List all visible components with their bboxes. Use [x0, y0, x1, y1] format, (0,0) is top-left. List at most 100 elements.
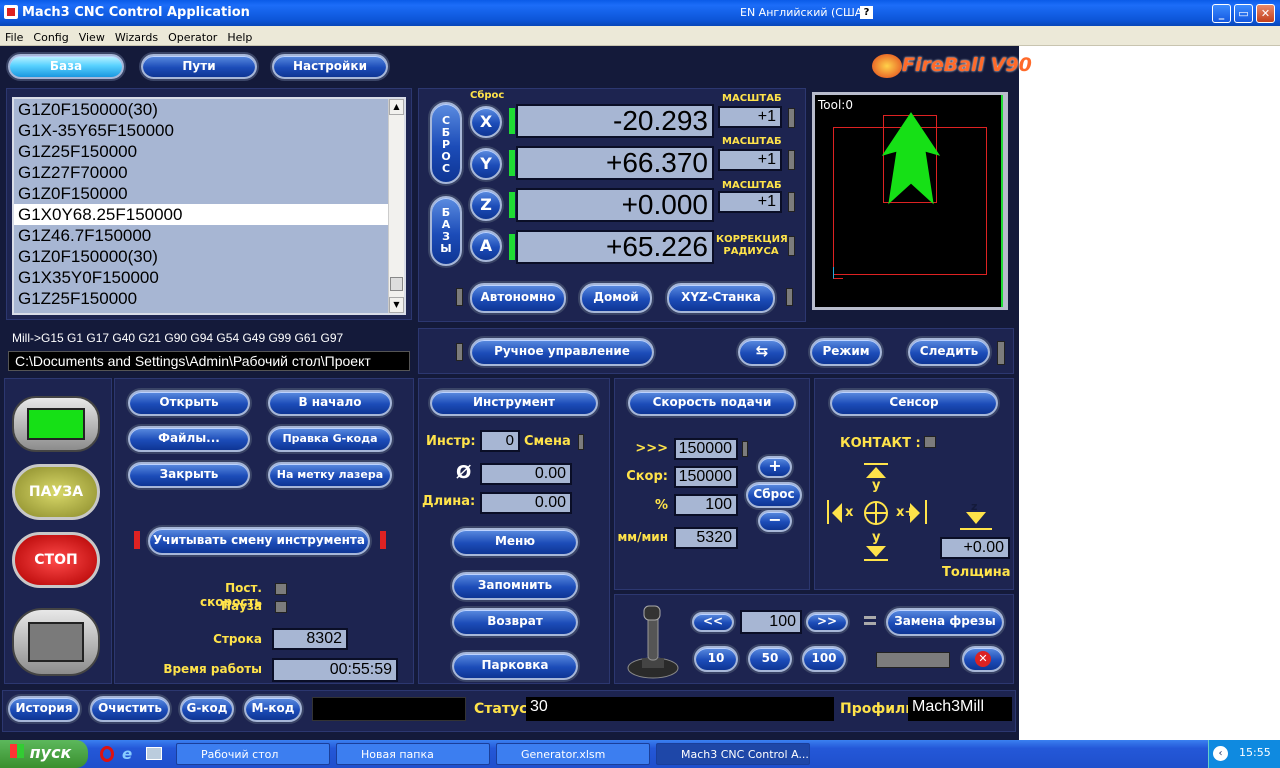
zero-a-button[interactable]: A — [470, 230, 502, 262]
files-button[interactable]: Файлы... — [128, 426, 250, 452]
park-button[interactable]: Парковка — [452, 652, 578, 680]
start-button[interactable]: пуск — [0, 740, 88, 768]
stop-button[interactable]: СТОП — [12, 532, 100, 588]
reset-button[interactable] — [12, 608, 100, 676]
task-new-folder[interactable]: Новая папка — [336, 743, 490, 765]
show-desktop-icon[interactable] — [146, 747, 162, 760]
zero-z-button[interactable]: Z — [470, 189, 502, 221]
gcode-line[interactable]: G1Z0F150000 — [14, 183, 388, 204]
scale-y-value[interactable]: +1 — [718, 149, 782, 171]
gcode-scrollbar[interactable]: ▲ ▼ — [388, 99, 404, 313]
gcode-line[interactable]: G1Z0F150000(30) — [14, 99, 388, 120]
offline-button[interactable]: Автономно — [470, 283, 566, 313]
line-value[interactable]: 8302 — [272, 628, 348, 650]
menu-wizards[interactable]: Wizards — [110, 28, 163, 44]
mm-min-value[interactable]: 5320 — [674, 527, 738, 549]
runtime-value[interactable]: 00:55:59 — [272, 658, 398, 682]
tool-number-value[interactable]: 0 — [480, 430, 520, 452]
tab-paths[interactable]: Пути — [141, 54, 257, 79]
length-value[interactable]: 0.00 — [480, 492, 572, 514]
scroll-up-icon[interactable]: ▲ — [389, 99, 404, 115]
bases-button[interactable]: БАЗЫ — [430, 196, 462, 266]
zero-x-button[interactable]: X — [470, 106, 502, 138]
x-axis-dro[interactable]: -20.293 — [516, 104, 714, 138]
home-button[interactable]: Домой — [580, 283, 652, 313]
jog-step-100-button[interactable]: 100 — [802, 646, 846, 672]
toggle-jog-button[interactable]: ⇆ — [738, 338, 786, 366]
manual-control-button[interactable]: Ручное управление — [470, 338, 654, 366]
pause-button[interactable]: ПАУЗА — [12, 464, 100, 520]
scale-x-value[interactable]: +1 — [718, 106, 782, 128]
cycle-start-button[interactable] — [12, 396, 100, 452]
replace-cutter-button[interactable]: Замена фрезы — [886, 608, 1004, 636]
gcode-line[interactable]: G1Z27F70000 — [14, 162, 388, 183]
gcode-line[interactable]: G1X35Y0F150000 — [14, 267, 388, 288]
minimize-icon[interactable]: _ — [1212, 4, 1231, 23]
feed-plus-button[interactable]: + — [758, 456, 792, 478]
task-generator-xlsm[interactable]: Generator.xlsm — [496, 743, 650, 765]
jog-cancel-button[interactable]: ✕ — [962, 646, 1004, 672]
jog-step-10-button[interactable]: 10 — [694, 646, 738, 672]
speed-value[interactable]: 150000 — [674, 466, 738, 488]
jog-faster-button[interactable]: >> — [806, 612, 848, 632]
clear-button[interactable]: Очистить — [90, 696, 170, 722]
toolpath-view[interactable]: Tool:0 — [815, 95, 1003, 307]
language-indicator[interactable]: EN Английский (США) — [740, 6, 867, 19]
open-button[interactable]: Открыть — [128, 390, 250, 416]
maximize-icon[interactable]: ▭ — [1234, 4, 1253, 23]
task-desktop[interactable]: Рабочий стол — [176, 743, 330, 765]
gcode-line[interactable]: G1Z0F150000(30) — [14, 246, 388, 267]
close-icon[interactable]: ✕ — [1256, 4, 1275, 23]
scroll-thumb[interactable] — [390, 277, 403, 291]
history-button[interactable]: История — [8, 696, 80, 722]
thickness-value[interactable]: +0.00 — [940, 537, 1010, 559]
return-button[interactable]: Возврат — [452, 608, 578, 636]
tool-change-button[interactable]: Учитывать смену инструмента — [148, 527, 370, 555]
diameter-value[interactable]: 0.00 — [480, 463, 572, 485]
remember-button[interactable]: Запомнить — [452, 572, 578, 600]
jog-speed-value[interactable]: 100 — [740, 610, 802, 634]
mcode-button[interactable]: M-код — [244, 696, 302, 722]
gcode-line-current[interactable]: G1X0Y68.25F150000 — [14, 204, 388, 225]
tab-settings[interactable]: Настройки — [272, 54, 388, 79]
scale-z-value[interactable]: +1 — [718, 191, 782, 213]
menu-button[interactable]: Меню — [452, 528, 578, 556]
jog-step-50-button[interactable]: 50 — [748, 646, 792, 672]
feed-reset-button[interactable]: Сброс — [746, 482, 802, 508]
gcode-line[interactable]: G1Z25F150000 — [14, 141, 388, 162]
task-mach3[interactable]: Mach3 CNC Control A... — [656, 743, 810, 765]
machine-coords-button[interactable]: XYZ-Станка — [667, 283, 775, 313]
mode-button[interactable]: Режим — [810, 338, 882, 366]
command-input[interactable] — [312, 697, 466, 721]
a-axis-dro[interactable]: +65.226 — [516, 230, 714, 264]
gcode-button[interactable]: G-код — [180, 696, 234, 722]
opera-icon[interactable] — [100, 746, 114, 762]
y-axis-dro[interactable]: +66.370 — [516, 146, 714, 180]
edit-gcode-button[interactable]: Правка G-кода — [268, 426, 392, 452]
feed-minus-button[interactable]: − — [758, 510, 792, 532]
rewind-button[interactable]: В начало — [268, 390, 392, 416]
menu-config[interactable]: Config — [28, 28, 73, 44]
follow-button[interactable]: Следить — [908, 338, 990, 366]
ie-icon[interactable]: e — [122, 745, 132, 763]
zero-y-button[interactable]: Y — [470, 148, 502, 180]
laser-mark-button[interactable]: На метку лазера — [268, 462, 392, 488]
tray-arrow-icon[interactable]: ‹ — [1213, 746, 1228, 761]
menu-operator[interactable]: Operator — [163, 28, 222, 44]
menu-file[interactable]: File — [0, 28, 28, 44]
menu-view[interactable]: View — [74, 28, 110, 44]
tab-base[interactable]: База — [8, 54, 124, 79]
scroll-down-icon[interactable]: ▼ — [389, 297, 404, 313]
percent-value[interactable]: 100 — [674, 494, 738, 516]
gcode-listing[interactable]: G1Z0F150000(30) G1X-35Y65F150000 G1Z25F1… — [12, 97, 406, 315]
feed-override-value[interactable]: 150000 — [674, 438, 738, 460]
close-file-button[interactable]: Закрыть — [128, 462, 250, 488]
z-axis-dro[interactable]: +0.000 — [516, 188, 714, 222]
gcode-line[interactable]: G1Z25F150000 — [14, 288, 388, 309]
jog-slower-button[interactable]: << — [692, 612, 734, 632]
gcode-line[interactable]: G1X-35Y65F150000 — [14, 120, 388, 141]
reset-axes-button[interactable]: СБРОС — [430, 102, 462, 184]
help-icon[interactable]: ? — [860, 6, 873, 19]
menu-help[interactable]: Help — [222, 28, 257, 44]
gcode-line[interactable]: G1Z46.7F150000 — [14, 225, 388, 246]
